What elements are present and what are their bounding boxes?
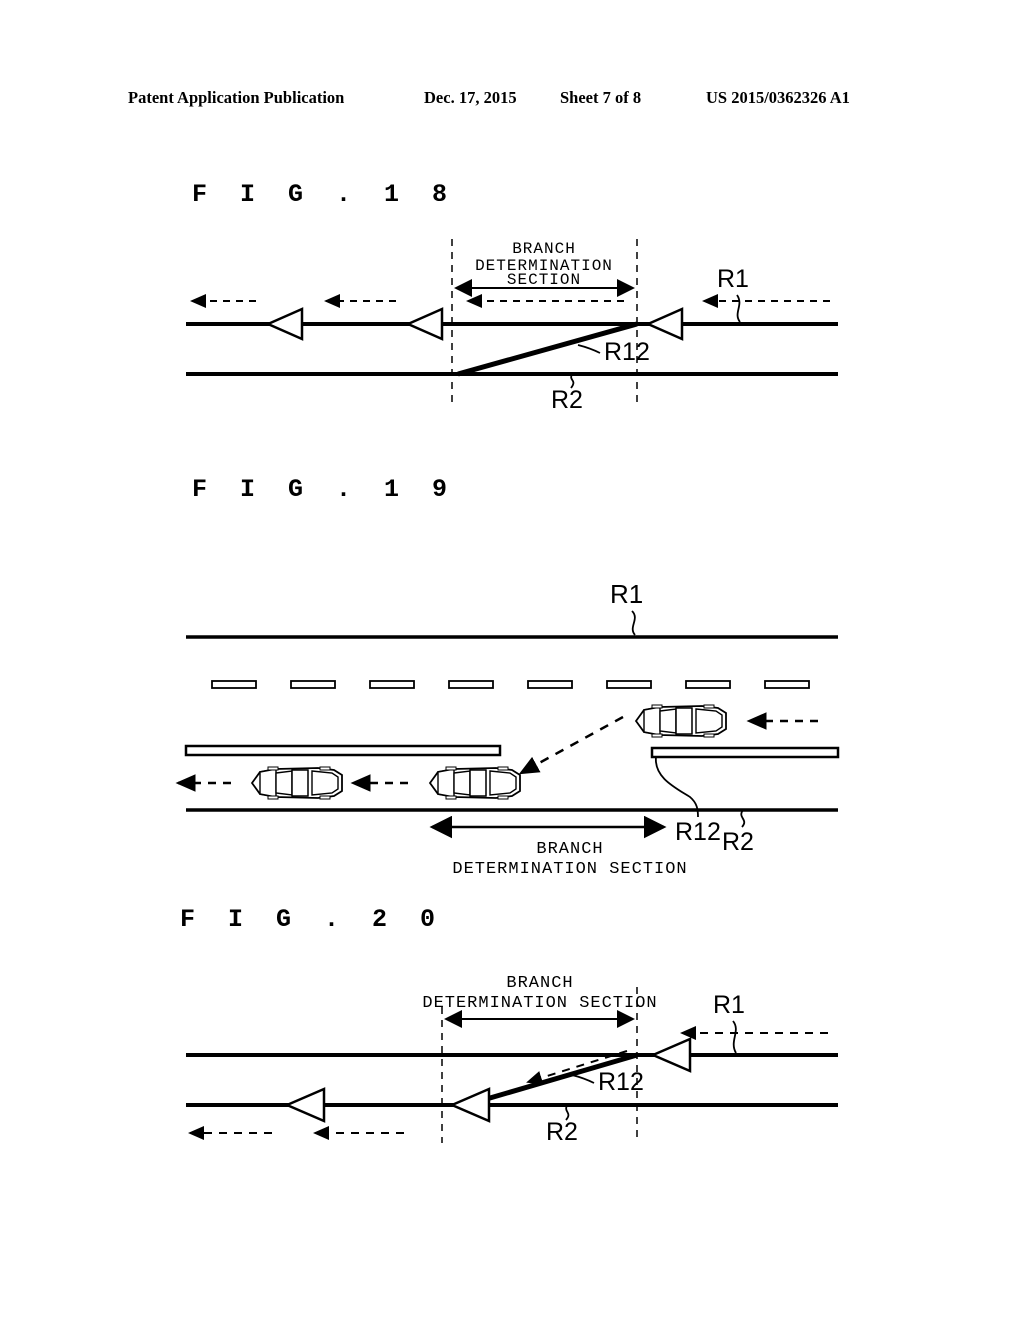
median-island-right	[650, 746, 840, 759]
section-label-line1: BRANCH	[512, 240, 576, 258]
lane-dash-3	[369, 680, 415, 689]
section-label-line1: BRANCH	[506, 974, 573, 993]
leader-r1	[631, 610, 636, 636]
leader-r1	[736, 294, 741, 323]
lane-dash-2	[290, 680, 336, 689]
lane-dash-1	[211, 680, 257, 689]
section-label-line1: BRANCH	[536, 840, 603, 859]
label-r2: R2	[722, 828, 754, 856]
lane-dash-5	[527, 680, 573, 689]
label-r2: R2	[551, 386, 583, 414]
figure-18-caption: F I G . 1 8	[192, 180, 457, 209]
page-header: Patent Application Publication Dec. 17, …	[0, 88, 1024, 114]
header-publication: Patent Application Publication	[128, 88, 345, 107]
direction-triangle-r2	[283, 1087, 326, 1123]
label-r12: R12	[598, 1068, 644, 1096]
lane-dash-4	[448, 680, 494, 689]
vehicle-upper	[635, 704, 727, 738]
vehicle-left	[251, 766, 343, 800]
label-r1: R1	[610, 579, 643, 609]
header-date: Dec. 17, 2015	[424, 88, 517, 107]
header-sheet-number: Sheet 7 of 8	[560, 88, 642, 107]
patent-page: Patent Application Publication Dec. 17, …	[0, 0, 1024, 1320]
label-r12: R12	[675, 818, 721, 846]
leader-r2	[740, 809, 746, 828]
header-patent-number: US 2015/0362326 A1	[706, 88, 850, 107]
leader-r12	[577, 344, 601, 354]
lane-dash-8	[764, 680, 810, 689]
median-island-left	[184, 744, 502, 757]
figure-19-diagram: R1 BRANCH DETERMINATION SECTION R12 R2	[0, 565, 1024, 885]
leader-r12	[655, 756, 699, 818]
figure-20-diagram: BRANCH DETERMINATION SECTION R1 R12 R2	[0, 965, 1024, 1165]
vehicle-path-arrow-merge	[518, 715, 624, 775]
lane-dash-6	[606, 680, 652, 689]
leader-r12	[571, 1074, 595, 1084]
direction-triangle-1	[264, 307, 304, 341]
direction-triangle-2	[404, 307, 444, 341]
section-label-line2: DETERMINATION SECTION	[452, 860, 687, 879]
lane-dash-7	[685, 680, 731, 689]
figure-20-caption: F I G . 2 0	[180, 905, 445, 934]
figure-18-diagram: BRANCH DETERMINATION SECTION R1 R12 R2	[0, 225, 1024, 420]
label-r2: R2	[546, 1118, 578, 1146]
label-r1: R1	[717, 265, 749, 293]
leader-r1	[732, 1020, 737, 1054]
direction-triangle-branch	[448, 1087, 491, 1123]
figure-19-caption: F I G . 1 9	[192, 475, 457, 504]
vehicle-middle	[429, 766, 521, 800]
direction-triangle-r1	[649, 1037, 692, 1073]
section-label-line3: SECTION	[507, 271, 581, 289]
section-label-line2: DETERMINATION SECTION	[422, 994, 657, 1013]
label-r1: R1	[713, 991, 745, 1019]
label-r12: R12	[604, 338, 650, 366]
direction-triangle-3	[644, 307, 684, 341]
